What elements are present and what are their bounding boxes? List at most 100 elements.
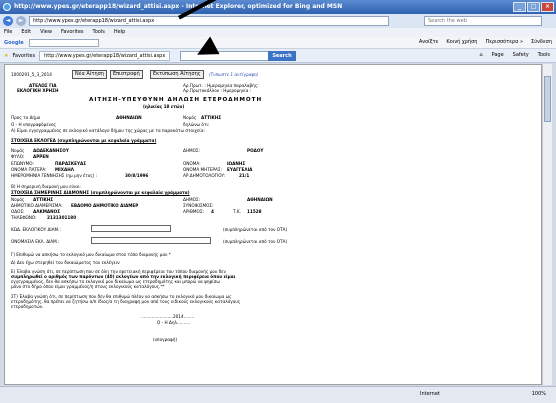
res-number-value: 4 <box>211 209 214 214</box>
protocol-line-2: Αρ.Πρωτοκόλλου : Ημερομηνία : <box>183 88 252 93</box>
minimize-button[interactable]: _ <box>513 2 526 12</box>
res-phone-label: ΤΗΛΕΦΩΝΟ: <box>11 215 37 220</box>
safety-menu[interactable]: Safety <box>513 52 529 58</box>
voter-surname-label: ΕΠΩΝΥΜΟ: <box>11 161 35 166</box>
voter-nomos-value: ΔΩΔΕΚΑΝΗΣΟΥ <box>33 148 69 153</box>
voter-name-value: ΙΩΑΝΗΣ <box>227 161 246 166</box>
back-button[interactable]: Επιστροφή <box>110 70 143 79</box>
favorites-star-icon[interactable]: ★ <box>4 53 8 59</box>
declare-label: δηλώνω ότι: <box>183 122 210 127</box>
date-line: ........................2014........ <box>141 314 195 319</box>
web-search-input[interactable]: Search the web <box>424 16 542 26</box>
res-nomos-value: ΑΤΤΙΚΗΣ <box>33 197 54 202</box>
prefecture-label: Νομός <box>183 115 197 120</box>
forward-arrow-icon[interactable]: ► <box>16 16 26 26</box>
undersigned-label: Ο - Η υπογραφόμενος <box>11 122 56 127</box>
google-signin[interactable]: Σύνδεση <box>531 39 552 45</box>
district-name-label: ΟΝΟΜΑΣΙΑ ΕΚΛ. ΔΙΑΜ.: <box>11 239 60 244</box>
clause-a: Α) Είμαι εγγεγραμμένος σε εκλογικό κατάλ… <box>11 128 205 133</box>
search-button[interactable]: Search <box>268 51 296 61</box>
google-link-share[interactable]: Κοινή χρήση <box>446 39 477 45</box>
to-municipality-value: ΑΘΗΝΑΙΩΝ <box>116 115 142 120</box>
vertical-scrollbar[interactable] <box>542 64 552 385</box>
clause-st-line-3: ετεροδημοτών. <box>11 304 44 309</box>
res-nomos-label: Νομός <box>11 197 25 202</box>
page-menu[interactable]: Page <box>492 52 504 58</box>
voter-name-label: ΟΝΟΜΑ: <box>183 161 201 166</box>
google-link-open[interactable]: Ανοίξτε <box>419 39 438 45</box>
google-logo: Google <box>4 39 24 46</box>
window-controls: _ □ × <box>513 2 554 12</box>
google-search-input[interactable] <box>28 38 99 47</box>
form-subtitle: (ηλικίας 18 ετών) <box>143 104 185 109</box>
command-bar: ⌂ Page Safety Tools <box>479 52 550 58</box>
voter-dimos-value: ΡΟΔΟΥ <box>247 148 264 153</box>
voter-registry-label: ΑΡ.ΔΗΜΟΤΟΛΟΓΙΟΥ: <box>183 173 226 178</box>
voter-mother-label: ΟΝΟΜΑ ΜΗΤΕΡΑΣ: <box>183 167 222 172</box>
google-link-more[interactable]: Περισσότερα » <box>485 39 523 45</box>
home-icon[interactable]: ⌂ <box>479 52 482 58</box>
res-postcode-value: 11528 <box>247 209 262 214</box>
new-application-button[interactable]: Νέα Αίτηση <box>72 70 107 79</box>
res-district-label: ΔΗΜΟΤΙΚΟ ΔΙΑΜΕΡΙΣΜΑ: <box>11 203 63 208</box>
res-number-label: ΑΡΙΘΜΟΣ: <box>183 209 204 214</box>
res-district-value: ΕΒΔΟΜΟ ΔΗΜΟΤΙΚΟ ΔΙΑΜΕΡ <box>71 203 139 208</box>
menu-favorites[interactable]: Favorites <box>61 28 84 37</box>
voter-birthdate-value: 30/8/1996 <box>125 173 149 178</box>
res-street-value: ΑΛΚΜΑΝΟΣ <box>33 209 61 214</box>
menu-file[interactable]: File <box>4 28 12 37</box>
voter-section-title: ΣΤΟΙΧΕΙΑ ΕΚΛΟΓΕΑ (συμπληρώνονται με κεφα… <box>11 138 157 143</box>
clause-g: Γ) Επιθυμώ να ασκήσω το εκλογικό μου δικ… <box>11 252 171 257</box>
zoom-level[interactable]: 100% <box>532 391 546 397</box>
page-content: 1000291_5_3_2014 Νέα Αίτηση Επιστροφή Εκ… <box>4 64 542 385</box>
url-field[interactable]: http://www.ypes.gr/eterapp18/wizard_atti… <box>29 16 389 26</box>
res-postcode-label: Τ.Κ. <box>233 209 241 214</box>
voter-nomos-label: Νομός <box>11 148 25 153</box>
menu-bar: File Edit View Favorites Tools Help <box>0 28 556 37</box>
scrollbar-thumb[interactable] <box>544 76 551 122</box>
district-code-input[interactable] <box>91 225 171 232</box>
menu-edit[interactable]: Edit <box>21 28 31 37</box>
status-bar: Internet 100% <box>0 386 556 403</box>
voter-sex-value: ΑΡΡΕΝ <box>33 154 49 159</box>
menu-view[interactable]: View <box>40 28 52 37</box>
voter-sex-label: ΦΥΛΟ: <box>11 154 25 159</box>
tools-menu[interactable]: Tools <box>538 52 550 58</box>
menu-help[interactable]: Help <box>114 28 125 37</box>
form-code: 1000291_5_3_2014 <box>11 72 52 77</box>
close-button[interactable]: × <box>541 2 554 12</box>
res-settlement-label: ΣΥΝΟΙΚΙΣΜΟΣ: <box>183 203 214 208</box>
res-phone-value: 2131301180 <box>47 215 77 220</box>
back-arrow-icon[interactable]: ◄ <box>3 16 13 26</box>
window-title: http://www.ypes.gr/eterapp18/wizard_atti… <box>14 3 343 10</box>
district-name-input[interactable] <box>91 237 211 244</box>
signature-label: (υπογραφή) <box>153 337 178 342</box>
window-titlebar: http://www.ypes.gr/eterapp18/wizard_atti… <box>0 0 556 14</box>
google-toolbar: Google Ανοίξτε Κοινή χρήση Περισσότερα »… <box>0 37 556 49</box>
voter-surname-value: ΠΑΡΑΣΚΕΥΑΣ <box>55 161 87 166</box>
ie-logo-icon <box>3 3 11 11</box>
res-dimos-label: ΔΗΜΟΣ: <box>183 197 200 202</box>
print-application-button[interactable]: Εκτύπωση Αίτησης <box>150 70 204 79</box>
electoral-use-label: ΕΚΛΟΓΙΚΗ ΧΡΗΣΗ <box>17 88 59 93</box>
voter-dimos-label: ΔΗΜΟΣ: <box>183 148 200 153</box>
print-note: (Τυπωστε 1 αντίγραφο) <box>209 72 259 77</box>
favorites-label[interactable]: Favorites <box>12 53 35 59</box>
to-municipality-label: Προς το Δήμο <box>11 115 41 120</box>
clause-e-line-4: μόνο στο δήμο όπου είμαι γραμμένος/η στο… <box>11 284 165 289</box>
menu-tools[interactable]: Tools <box>93 28 105 37</box>
clause-b: Β) Η σημερινή διαμονή μου είναι: <box>11 184 81 189</box>
residence-section-title: ΣΤΟΙΧΕΙΑ ΣΗΜΕΡΙΝΗΣ ΔΙΑΜΟΝΗΣ (συμπληρώνον… <box>11 190 190 195</box>
res-street-label: ΟΔΟΣ: <box>11 209 25 214</box>
district-name-note: (συμπληρώνεται από τον ΟΤΑ) <box>223 239 288 244</box>
res-dimos-value: ΑΘΗΝΑΙΩΝ <box>247 197 273 202</box>
district-code-note: (συμπληρώνεται από τον ΟΤΑ) <box>223 227 288 232</box>
voter-registry-value: 21/1 <box>239 173 250 178</box>
clause-d: Δ) Δεν έχω στερηθεί του δικαιώματος του … <box>11 260 120 265</box>
browser-tab[interactable]: http://www.ypes.gr/eterapp18/wizard_atti… <box>39 50 171 61</box>
district-code-label: ΚΩΔ. ΕΚΛΟΓΙΚΟΥ ΔΙΑΜ.: <box>11 227 61 232</box>
voter-birthdate-label: ΗΜΕΡΟΜΗΝΙΑ ΓΕΝΝΗΣΗΣ (ημ μην έτος) : <box>11 173 98 178</box>
form-title: ΑΙΤΗΣΗ-ΥΠΕΥΘΥΝΗ ΔΗΛΩΣΗ ΕΤΕΡΟΔΗΜΟΤΗ <box>89 97 263 103</box>
maximize-button[interactable]: □ <box>527 2 540 12</box>
signer-label: Ο - Η Δηλ.......... <box>157 320 191 325</box>
